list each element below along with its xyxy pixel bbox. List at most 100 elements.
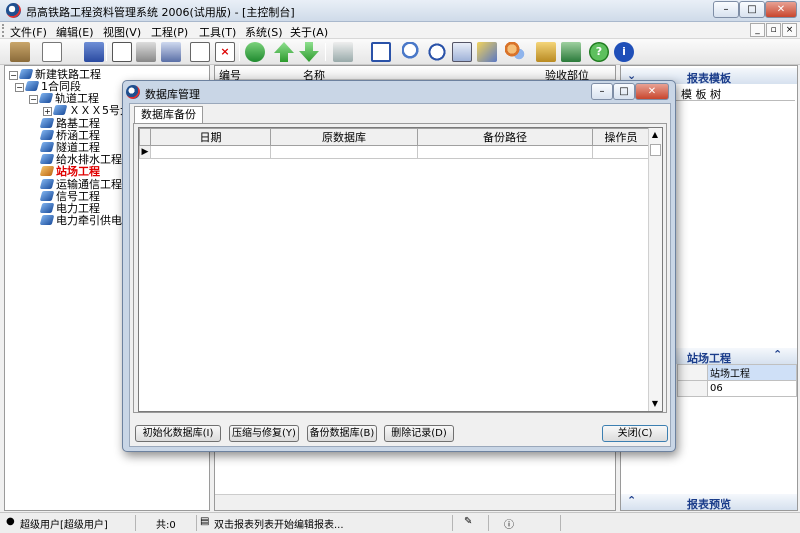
status-bar: ● 超级用户[超级用户] 共:0 ▤ 双击报表列表开始编辑报表... ✎ ⓘ: [0, 512, 800, 533]
folder-icon: [39, 154, 55, 164]
folder-icon: [39, 130, 55, 140]
col-backup-path[interactable]: 备份路径: [417, 128, 593, 146]
dialog-minimize-button[interactable]: –: [591, 83, 613, 100]
chevron-up-icon[interactable]: ⌃: [627, 494, 636, 507]
info-icon[interactable]: i: [614, 42, 634, 62]
folder-icon: [24, 81, 40, 91]
delete-icon[interactable]: ×: [215, 42, 235, 62]
folder-icon: [38, 93, 54, 103]
property-value[interactable]: 站场工程: [707, 364, 797, 381]
backup-database-button[interactable]: 备份数据库(B): [307, 425, 377, 442]
folder-icon: [39, 203, 55, 213]
toolbar: × ? i: [0, 39, 800, 65]
menu-project[interactable]: 工程(P): [151, 24, 188, 40]
database-manager-dialog: 数据库管理 – □ ✕ 数据库备份 日期 原数据库 备份路径 操作员 ▶ ▲ ▼…: [122, 80, 676, 452]
edit-pen-icon: ✎: [464, 516, 473, 527]
calculator-icon[interactable]: [452, 42, 472, 62]
folder-open-icon[interactable]: [10, 42, 30, 62]
app-icon: [6, 3, 21, 18]
tab-database-backup[interactable]: 数据库备份: [134, 106, 203, 123]
backup-records-table: 日期 原数据库 备份路径 操作员 ▶: [139, 128, 650, 159]
tree-node-selected[interactable]: 站场工程: [39, 165, 100, 178]
table-row[interactable]: ▶: [139, 145, 650, 159]
col-operator[interactable]: 操作员: [592, 128, 650, 146]
tab-panel: 日期 原数据库 备份路径 操作员 ▶ ▲ ▼: [133, 123, 667, 413]
dialog-body: 数据库备份 日期 原数据库 备份路径 操作员 ▶ ▲ ▼ 初始化数据库(I) 压…: [129, 103, 671, 447]
col-date[interactable]: 日期: [150, 128, 271, 146]
search-doc-icon[interactable]: [112, 42, 132, 62]
collapse-up-icon[interactable]: ⌃: [773, 348, 782, 361]
backup-records-grid[interactable]: 日期 原数据库 备份路径 操作员 ▶ ▲ ▼: [138, 127, 663, 412]
copy-icon[interactable]: [190, 42, 210, 62]
collapse-icon[interactable]: −: [15, 83, 24, 92]
expand-icon[interactable]: +: [43, 107, 52, 116]
menu-bar: 文件(F) 编辑(E) 视图(V) 工程(P) 工具(T) 系统(S) 关于(A…: [0, 22, 800, 39]
dialog-title: 数据库管理: [145, 88, 200, 101]
init-database-button[interactable]: 初始化数据库(I): [135, 425, 221, 442]
menu-view[interactable]: 视图(V): [103, 24, 141, 40]
menu-edit[interactable]: 编辑(E): [56, 24, 94, 40]
compress-repair-button[interactable]: 压缩与修复(Y): [229, 425, 299, 442]
info-status-icon: ⓘ: [504, 520, 514, 531]
tools-icon[interactable]: [477, 42, 497, 62]
export-icon[interactable]: [536, 42, 556, 62]
menu-file[interactable]: 文件(F): [10, 24, 47, 40]
menu-grip: [2, 24, 5, 37]
title-bar: 昂高铁路工程资料管理系统 2006(试用版) - [主控制台] – □ ✕: [0, 0, 800, 22]
save-icon[interactable]: [84, 42, 104, 62]
folder-icon: [39, 142, 55, 152]
up-arrow-icon[interactable]: [274, 42, 294, 62]
folder-icon: [39, 118, 55, 128]
menu-system[interactable]: 系统(S): [245, 24, 283, 40]
help-icon[interactable]: ?: [589, 42, 609, 62]
comment-icon[interactable]: [371, 42, 391, 62]
print-icon[interactable]: [136, 42, 156, 62]
tree-node-subsection[interactable]: + ＸＸＸ5号大: [43, 104, 131, 117]
menu-tools[interactable]: 工具(T): [199, 24, 236, 40]
status-count: 共:0: [156, 520, 176, 531]
menu-about[interactable]: 关于(A): [290, 24, 328, 40]
clock-icon[interactable]: [427, 42, 447, 62]
folder-icon: [39, 215, 55, 225]
find-icon[interactable]: [402, 42, 422, 62]
dialog-app-icon: [126, 85, 140, 99]
delete-record-button[interactable]: 删除记录(D): [384, 425, 454, 442]
mdi-minimize-button[interactable]: _: [750, 23, 765, 37]
download-icon[interactable]: [561, 42, 581, 62]
scroll-thumb[interactable]: [650, 144, 661, 156]
folder-icon: [18, 69, 34, 79]
folder-icon: [52, 105, 68, 115]
users-icon[interactable]: [505, 42, 525, 62]
down-arrow-icon[interactable]: [299, 42, 319, 62]
tree-node-item[interactable]: 电力牵引供电工: [39, 214, 133, 227]
collapse-icon[interactable]: −: [9, 71, 18, 80]
doc-icon: ▤: [200, 516, 210, 527]
collapse-icon[interactable]: −: [29, 95, 38, 104]
scroll-up-icon[interactable]: ▲: [650, 130, 660, 140]
preview-header: ⌃ 报表预览: [621, 494, 797, 511]
window-title: 昂高铁路工程资料管理系统 2006(试用版) - [主控制台]: [26, 6, 295, 19]
close-button[interactable]: ✕: [765, 1, 797, 18]
user-icon: ●: [6, 516, 15, 527]
new-doc-icon[interactable]: [42, 42, 62, 62]
scroll-down-icon[interactable]: ▼: [650, 399, 660, 409]
horizontal-scrollbar[interactable]: [215, 494, 615, 510]
dialog-close-x-button[interactable]: ✕: [635, 83, 669, 100]
close-dialog-button[interactable]: 关闭(C): [602, 425, 668, 442]
mdi-restore-button[interactable]: ▫: [766, 23, 781, 37]
dialog-maximize-button[interactable]: □: [613, 83, 635, 100]
status-hint: 双击报表列表开始编辑报表...: [214, 520, 344, 531]
open-folder-icon: [39, 166, 55, 176]
status-user: 超级用户[超级用户]: [20, 520, 108, 531]
print-preview-icon[interactable]: [161, 42, 181, 62]
minimize-button[interactable]: –: [713, 1, 739, 18]
report-list-header: 编号 名称 验收部位: [215, 66, 615, 82]
edit-icon[interactable]: [333, 42, 353, 62]
vertical-scrollbar[interactable]: ▲ ▼: [648, 128, 662, 411]
col-source-db[interactable]: 原数据库: [270, 128, 418, 146]
property-value[interactable]: 06: [707, 380, 797, 397]
property-grid: 站场工程 06: [677, 364, 797, 397]
maximize-button[interactable]: □: [739, 1, 765, 18]
mdi-close-button[interactable]: ×: [782, 23, 797, 37]
refresh-icon[interactable]: [245, 42, 265, 62]
